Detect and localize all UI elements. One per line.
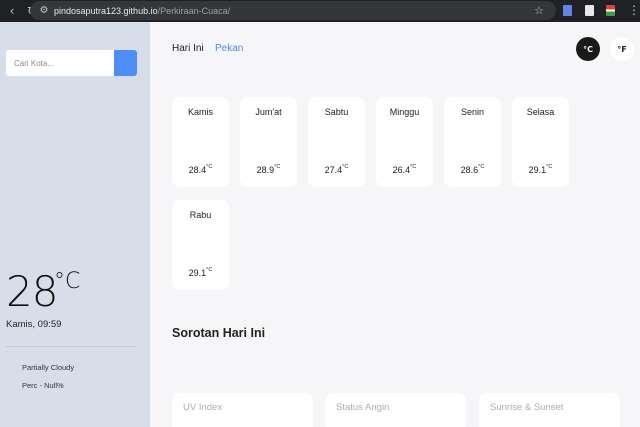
current-temperature: 28 (6, 267, 58, 316)
forecast-day: Minggu (389, 107, 420, 117)
sunrise-sunset-label: Sunrise & Sunset (490, 402, 564, 413)
forecast-day: Senin (460, 107, 485, 117)
forecast-card: Sabtu 27.4°C (308, 97, 365, 187)
forecast-temp: 27.4°C (324, 164, 349, 175)
uv-index-card: UV Index (172, 393, 313, 427)
forecast-temp: 28.9°C (256, 164, 281, 175)
sidebar: 28 °C Kamis, 09:59 Partially Cloudy Perc… (0, 22, 150, 427)
forecast-card: Senin 28.6°C (444, 97, 501, 187)
address-bar[interactable]: ⚙ pindosaputra123.github.io/Perkiraan-Cu… (30, 1, 556, 20)
extension-icon[interactable] (563, 5, 572, 16)
sunrise-sunset-card: Sunrise & Sunset (479, 393, 620, 427)
forecast-temp: 28.6°C (460, 164, 485, 175)
bookmark-star-icon[interactable]: ☆ (534, 4, 544, 17)
current-datetime: Kamis, 09:59 (6, 319, 62, 330)
uv-index-label: UV Index (183, 402, 223, 413)
url-host: pindosaputra123.github.io (54, 5, 158, 16)
forecast-card: Rabu 29.1°C (172, 200, 229, 290)
precipitation: Perc - Null% (22, 381, 64, 390)
extension-icon[interactable] (585, 5, 594, 16)
forecast-day: Kamis (187, 107, 213, 117)
wind-status-label: Status Angin (336, 402, 390, 413)
forecast-card: Minggu 26.4°C (376, 97, 433, 187)
tab-today[interactable]: Hari Ini (172, 43, 204, 54)
current-temperature-unit: °C (54, 269, 81, 294)
fahrenheit-button[interactable]: °F (610, 37, 634, 61)
divider (6, 346, 136, 347)
highlights-title: Sorotan Hari Ini (172, 326, 266, 340)
forecast-day: Jum'at (255, 107, 282, 117)
site-info-icon[interactable]: ⚙ (34, 5, 54, 16)
back-icon[interactable]: ‹ (2, 4, 22, 18)
forecast-temp: 28.4°C (188, 164, 213, 175)
forecast-day: Sabtu (324, 107, 349, 117)
browser-menu-icon[interactable]: ⋮ (628, 3, 640, 17)
wind-status-card: Status Angin (325, 393, 466, 427)
url-path: /Perkiraan-Cuaca/ (157, 5, 231, 16)
weather-condition: Partially Cloudy (22, 363, 75, 372)
forecast-day: Rabu (189, 210, 212, 220)
forecast-temp: 29.1°C (528, 164, 553, 175)
forecast-card: Kamis 28.4°C (172, 97, 229, 187)
tab-week[interactable]: Pekan (215, 43, 243, 54)
url-text: pindosaputra123.github.io/Perkiraan-Cuac… (54, 6, 230, 16)
forecast-card: Jum'at 28.9°C (240, 97, 297, 187)
city-search-input[interactable] (6, 50, 114, 76)
search-button[interactable] (114, 50, 137, 76)
forecast-temp: 26.4°C (392, 164, 417, 175)
extension-icon[interactable] (606, 5, 615, 16)
forecast-card: Selasa 29.1°C (512, 97, 569, 187)
celsius-button[interactable]: °C (576, 37, 600, 61)
forecast-temp: 29.1°C (188, 267, 213, 278)
forecast-day: Selasa (526, 107, 555, 117)
